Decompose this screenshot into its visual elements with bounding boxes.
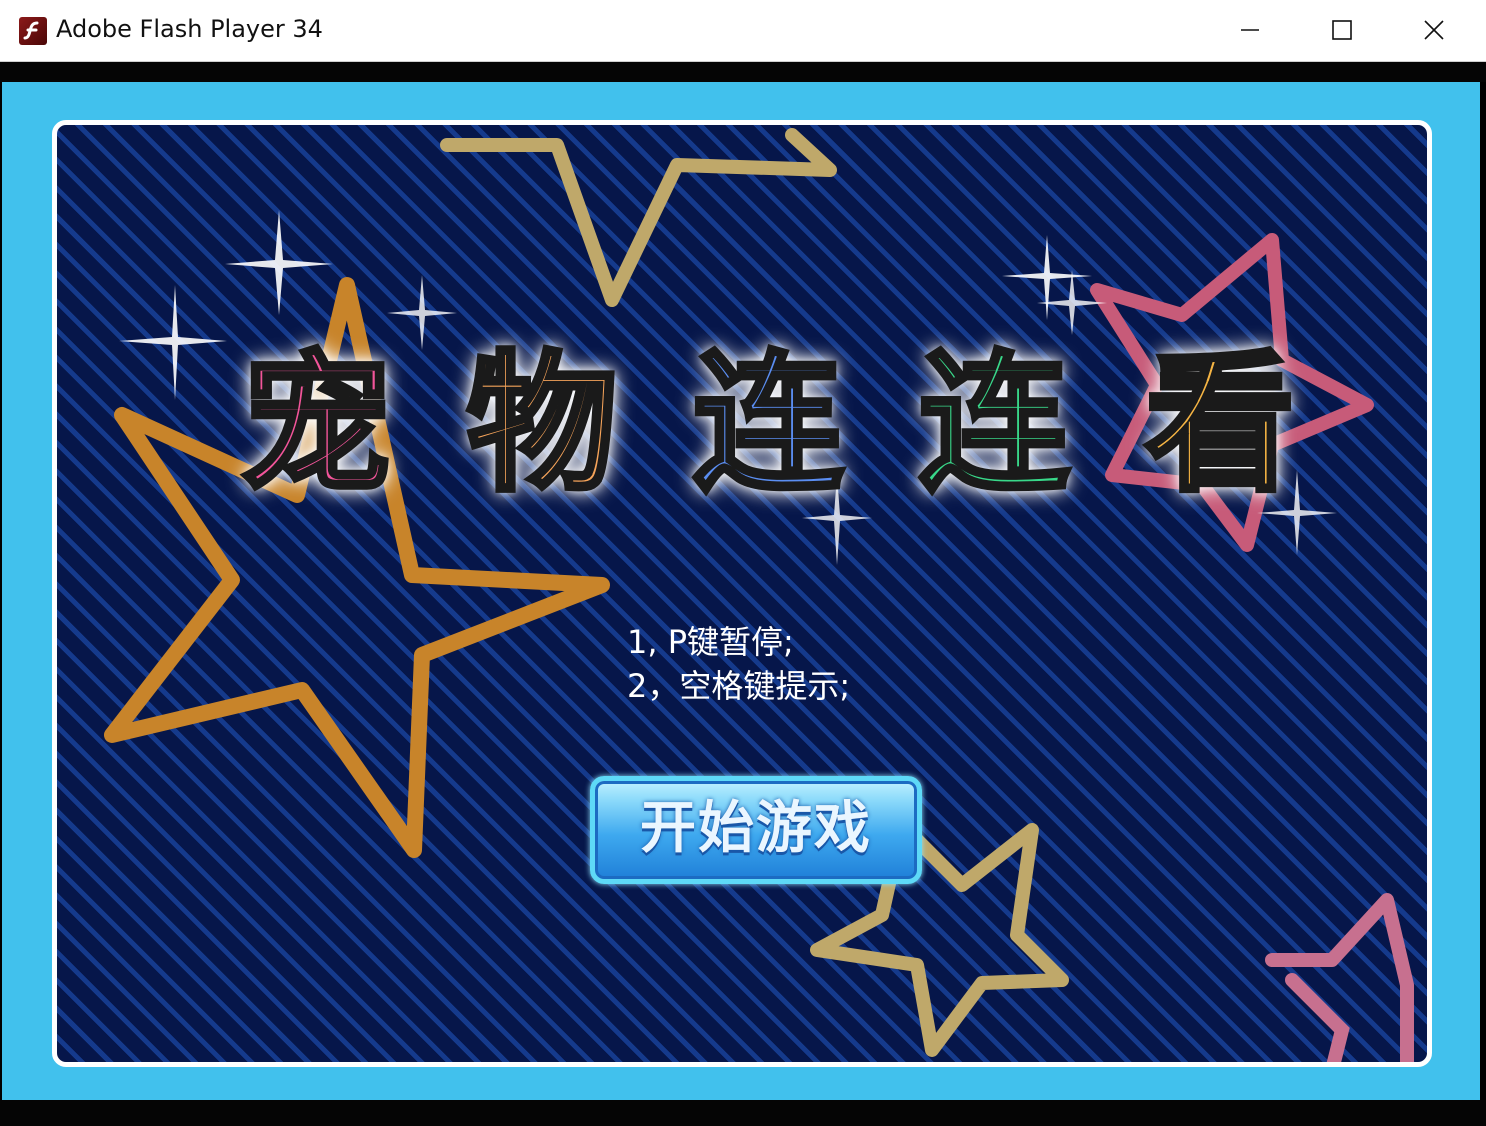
start-game-label: 开始游戏 xyxy=(640,796,872,861)
decorative-stars xyxy=(104,128,1414,1062)
close-button[interactable] xyxy=(1388,0,1480,62)
bottom-black-bar xyxy=(0,1100,1486,1126)
minimize-button[interactable] xyxy=(1204,0,1296,62)
window-titlebar[interactable]: Adobe Flash Player 34 xyxy=(0,0,1486,62)
start-game-button[interactable]: 开始游戏 xyxy=(590,776,922,884)
minimize-icon xyxy=(1241,29,1259,31)
olive-star-top xyxy=(440,128,837,307)
maximize-icon xyxy=(1332,20,1352,40)
game-panel: 宠 物 连 连 看 1, P键暂停; 2，空格键提示; 开始游戏 xyxy=(52,120,1432,1067)
game-logo: 宠 物 连 连 看 xyxy=(207,320,1337,530)
instruction-hint: 2，空格键提示; xyxy=(627,667,851,705)
logo-char-4: 连 xyxy=(916,336,1071,515)
flash-stage: 宠 物 连 连 看 1, P键暂停; 2，空格键提示; 开始游戏 xyxy=(2,82,1480,1100)
top-black-bar xyxy=(0,62,1486,82)
instruction-pause: 1, P键暂停; xyxy=(627,623,794,661)
sparkle-1 xyxy=(225,210,333,315)
logo-char-3: 连 xyxy=(690,336,845,515)
logo-char-1: 宠 xyxy=(238,336,393,515)
close-icon xyxy=(1424,20,1444,40)
instructions: 1, P键暂停; 2，空格键提示; xyxy=(627,620,850,708)
flash-player-icon xyxy=(19,17,47,45)
sparkle-4 xyxy=(1002,235,1092,320)
maximize-button[interactable] xyxy=(1296,0,1388,62)
logo-char-5: 看 xyxy=(1142,336,1297,515)
window-title: Adobe Flash Player 34 xyxy=(56,15,323,43)
logo-char-2: 物 xyxy=(464,336,619,515)
